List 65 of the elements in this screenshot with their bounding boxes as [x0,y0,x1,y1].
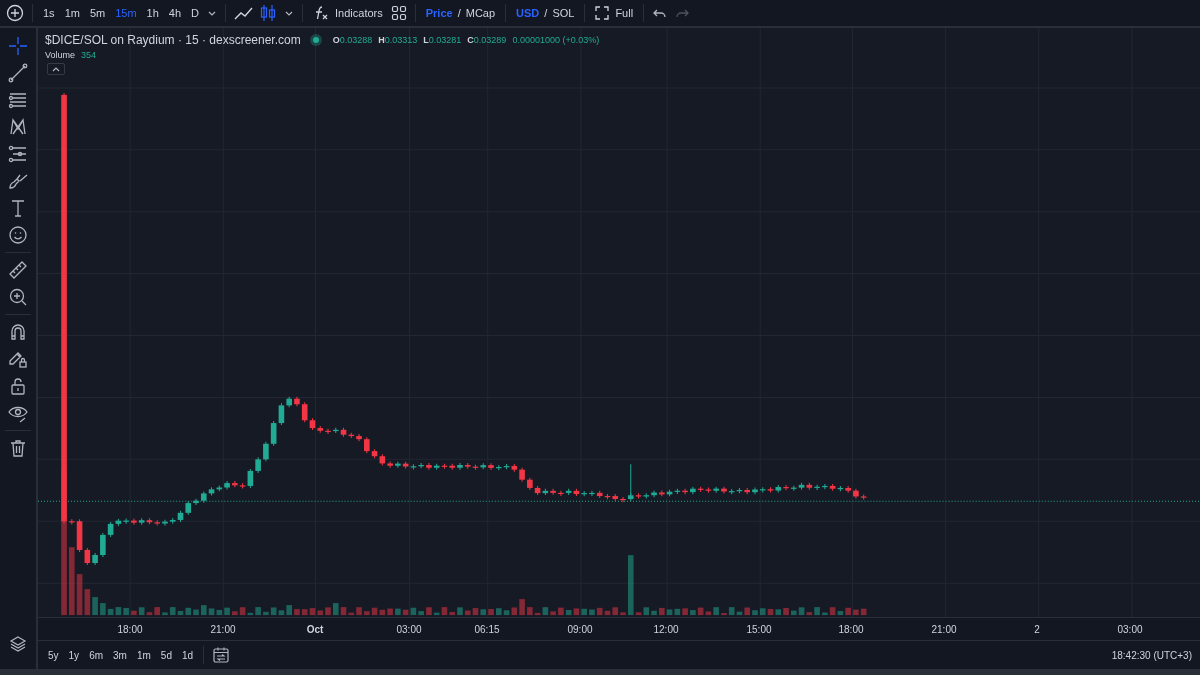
fullscreen-button[interactable]: Full [593,4,636,22]
function-icon [313,5,330,21]
calendar-icon[interactable] [212,646,231,664]
chevron-down-icon[interactable] [207,9,218,17]
layout-grid-icon[interactable] [390,5,407,21]
collapse-button[interactable] [47,63,65,75]
interval-button[interactable]: 15m [113,5,139,21]
time-label: 06:15 [474,624,500,636]
padlock-icon[interactable] [8,376,28,396]
volume-value: 354 [81,50,97,60]
pattern-icon[interactable] [8,117,28,137]
time-label: 12:00 [653,624,679,636]
time-label: 21:00 [210,624,236,636]
zoom-in-icon[interactable] [8,287,28,307]
range-button[interactable]: 5y [46,647,61,663]
trash-icon[interactable] [8,438,28,458]
interval-button[interactable]: D [189,5,202,21]
interval-button[interactable]: 1m [62,5,82,21]
interval-button[interactable]: 1s [41,5,57,21]
smiley-icon[interactable] [8,225,28,245]
interval-button[interactable]: 5m [87,5,108,21]
interval-button[interactable]: 4h [166,5,184,21]
indicators-button[interactable]: Indicators [311,3,385,23]
range-button[interactable]: 3m [111,647,129,663]
ohlc-value: H0.03313 [378,35,418,45]
chevron-down-icon[interactable] [284,9,295,17]
ruler-icon[interactable] [8,260,28,280]
parallel-lines-icon[interactable] [8,144,28,164]
separator-text: / [457,7,461,19]
range-button[interactable]: 1m [134,647,153,663]
ohlc-value: O0.03288 [332,35,373,45]
ohlc-value: L0.03281 [423,35,462,45]
currency-option[interactable]: USD [514,5,542,21]
status-dot-icon [312,37,319,43]
time-label: 21:00 [931,624,957,636]
symbol-title: $DICE/SOL on Raydium · 15 · dexscreener.com [45,33,301,47]
price-change: 0.00001000 (+0.03%) [512,35,600,45]
currency-option[interactable]: SOL [550,5,577,21]
chevron-up-icon [52,66,60,72]
interval-button[interactable]: 1h [144,5,161,21]
time-label: 18:00 [838,624,864,636]
fullscreen-icon [595,6,610,20]
range-button[interactable]: 1d [179,647,196,663]
volume-label: Volume [45,50,76,60]
ohlc-value: C0.03289 [467,35,507,45]
time-label: 03:00 [396,624,422,636]
crosshair-icon[interactable] [8,36,28,56]
range-button[interactable]: 5d [158,647,174,663]
time-label: 2 [1034,624,1040,636]
range-button[interactable]: 6m [87,647,106,663]
add-icon[interactable] [6,4,24,22]
time-label: 18:00 [117,624,143,636]
range-button[interactable]: 1y [66,647,82,663]
horizontal-lines-icon[interactable] [8,90,28,110]
layers-icon[interactable] [9,635,27,653]
time-label: 03:00 [1117,624,1143,636]
time-label: 15:00 [746,624,772,636]
time-label: Oct [306,624,324,636]
display-mode-option[interactable]: MCap [463,5,498,21]
magnet-icon[interactable] [8,322,28,342]
separator-text: / [544,7,548,19]
display-mode-option[interactable]: Price [423,5,455,21]
timezone-clock: 18:42:30 (UTC+3) [1111,649,1192,661]
time-label: 09:00 [567,624,593,636]
trend-line-icon[interactable] [8,63,28,83]
